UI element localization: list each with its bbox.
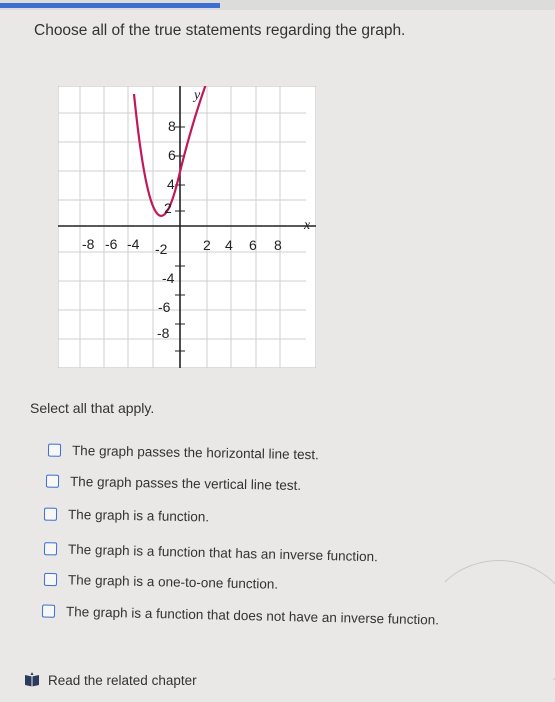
book-icon (25, 672, 39, 687)
select-all-instructions: Select all that apply. (30, 400, 155, 416)
checkbox[interactable] (41, 603, 56, 618)
y-tick-2: 2 (164, 200, 172, 216)
option-label: The graph is a function that does not ha… (65, 603, 440, 628)
option-label: The graph is a function. (67, 506, 210, 524)
y-axis-label: y (192, 88, 201, 103)
checkbox[interactable] (43, 572, 58, 586)
x-tick-6: 6 (249, 237, 257, 253)
y-tick-neg6: -6 (158, 299, 171, 315)
checkbox[interactable] (43, 507, 58, 521)
y-tick-neg2: -2 (155, 241, 168, 257)
progress-bar (0, 0, 555, 10)
x-tick-neg6: -6 (105, 236, 118, 252)
checkbox[interactable] (45, 474, 60, 488)
related-chapter-link[interactable]: Read the related chapter (24, 672, 197, 688)
related-chapter-label: Read the related chapter (48, 672, 197, 688)
option-label: The graph is a function that has an inve… (67, 541, 379, 564)
y-tick-8: 8 (168, 118, 176, 134)
graph: y x 8 6 4 2 -2 -4 -6 -8 -8 -6 -4 2 4 6 8 (57, 83, 317, 369)
x-tick-neg8: -8 (82, 236, 95, 252)
option-label: The graph is a one-to-one function. (67, 571, 279, 592)
checkbox[interactable] (43, 541, 58, 555)
graph-svg: y x 8 6 4 2 -2 -4 -6 -8 -8 -6 -4 2 4 6 8 (57, 83, 317, 369)
y-tick-4: 4 (167, 176, 175, 192)
option-label: The graph passes the vertical line test. (69, 473, 302, 493)
checkbox[interactable] (47, 443, 62, 457)
x-tick-4: 4 (225, 237, 233, 253)
option-is-function[interactable]: The graph is a function. (43, 497, 442, 538)
x-tick-8: 8 (274, 237, 282, 253)
y-tick-neg8: -8 (157, 325, 170, 341)
decorative-arc (423, 560, 555, 702)
question-text: Choose all of the true statements regard… (34, 22, 406, 39)
y-tick-neg4: -4 (162, 270, 175, 286)
y-tick-6: 6 (168, 147, 176, 163)
progress-fill (0, 3, 220, 8)
x-tick-2: 2 (203, 237, 211, 253)
options-list: The graph passes the horizontal line tes… (41, 436, 442, 640)
x-axis-label: x (303, 218, 311, 233)
x-tick-neg4: -4 (127, 236, 140, 252)
option-label: The graph passes the horizontal line tes… (71, 442, 320, 462)
